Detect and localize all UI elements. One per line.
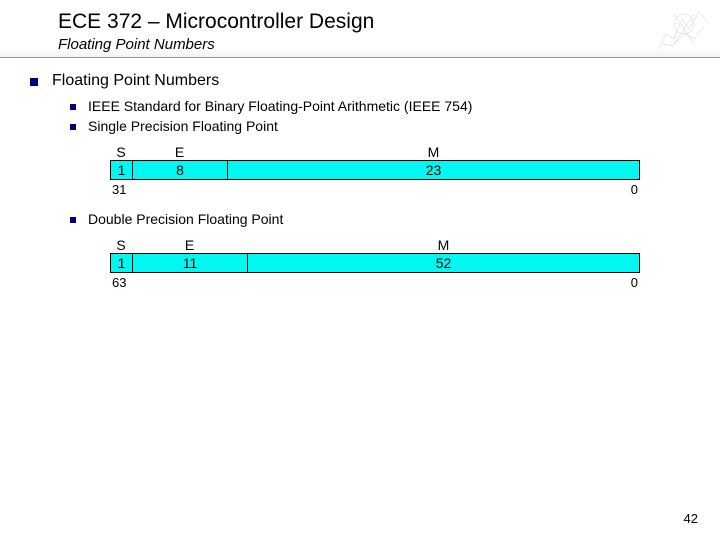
dp-sign-segment: 1	[111, 254, 133, 272]
bullet-square-icon	[70, 124, 76, 130]
dp-bitbox: 1 11 52	[110, 253, 640, 273]
bullet-text: IEEE Standard for Binary Floating-Point …	[88, 98, 472, 114]
e-label: E	[132, 144, 227, 160]
bullet-lvl2: IEEE Standard for Binary Floating-Point …	[70, 98, 690, 114]
m-label: M	[247, 237, 640, 253]
sp-bitbox: 1 8 23	[110, 160, 640, 180]
bullet-text: Single Precision Floating Point	[88, 118, 278, 134]
bullet-text: Double Precision Floating Point	[88, 211, 283, 227]
slide-content: Floating Point Numbers IEEE Standard for…	[0, 58, 720, 290]
sp-sign-segment: 1	[111, 161, 133, 179]
sp-exponent-segment: 8	[133, 161, 228, 179]
slide-header: ECE 372 – Microcontroller Design Floatin…	[0, 0, 720, 58]
s-label: S	[110, 144, 132, 160]
page-number: 42	[684, 511, 698, 526]
sp-low-index: 0	[631, 182, 638, 197]
bullet-square-icon	[30, 78, 38, 86]
sp-high-index: 31	[112, 182, 126, 197]
double-precision-diagram: S E M 1 11 52 63 0	[110, 237, 640, 290]
bullet-square-icon	[70, 217, 76, 223]
s-label: S	[110, 237, 132, 253]
sp-mantissa-segment: 23	[228, 161, 639, 179]
dp-high-index: 63	[112, 275, 126, 290]
dp-exponent-segment: 11	[133, 254, 248, 272]
slide-subtitle: Floating Point Numbers	[58, 36, 720, 53]
dp-mantissa-segment: 52	[248, 254, 639, 272]
bullet-lvl1: Floating Point Numbers	[30, 72, 690, 90]
sp-index-row: 31 0	[110, 182, 640, 197]
decorative-header-art	[654, 4, 714, 54]
field-labels-row: S E M	[110, 237, 640, 253]
dp-low-index: 0	[631, 275, 638, 290]
bullet-square-icon	[70, 104, 76, 110]
e-label: E	[132, 237, 247, 253]
field-labels-row: S E M	[110, 144, 640, 160]
bullet-lvl2: Single Precision Floating Point	[70, 118, 690, 134]
m-label: M	[227, 144, 640, 160]
bullet-lvl2: Double Precision Floating Point	[70, 211, 690, 227]
bullet-text: Floating Point Numbers	[52, 72, 219, 90]
single-precision-diagram: S E M 1 8 23 31 0	[110, 144, 640, 197]
course-title: ECE 372 – Microcontroller Design	[58, 10, 720, 34]
dp-index-row: 63 0	[110, 275, 640, 290]
